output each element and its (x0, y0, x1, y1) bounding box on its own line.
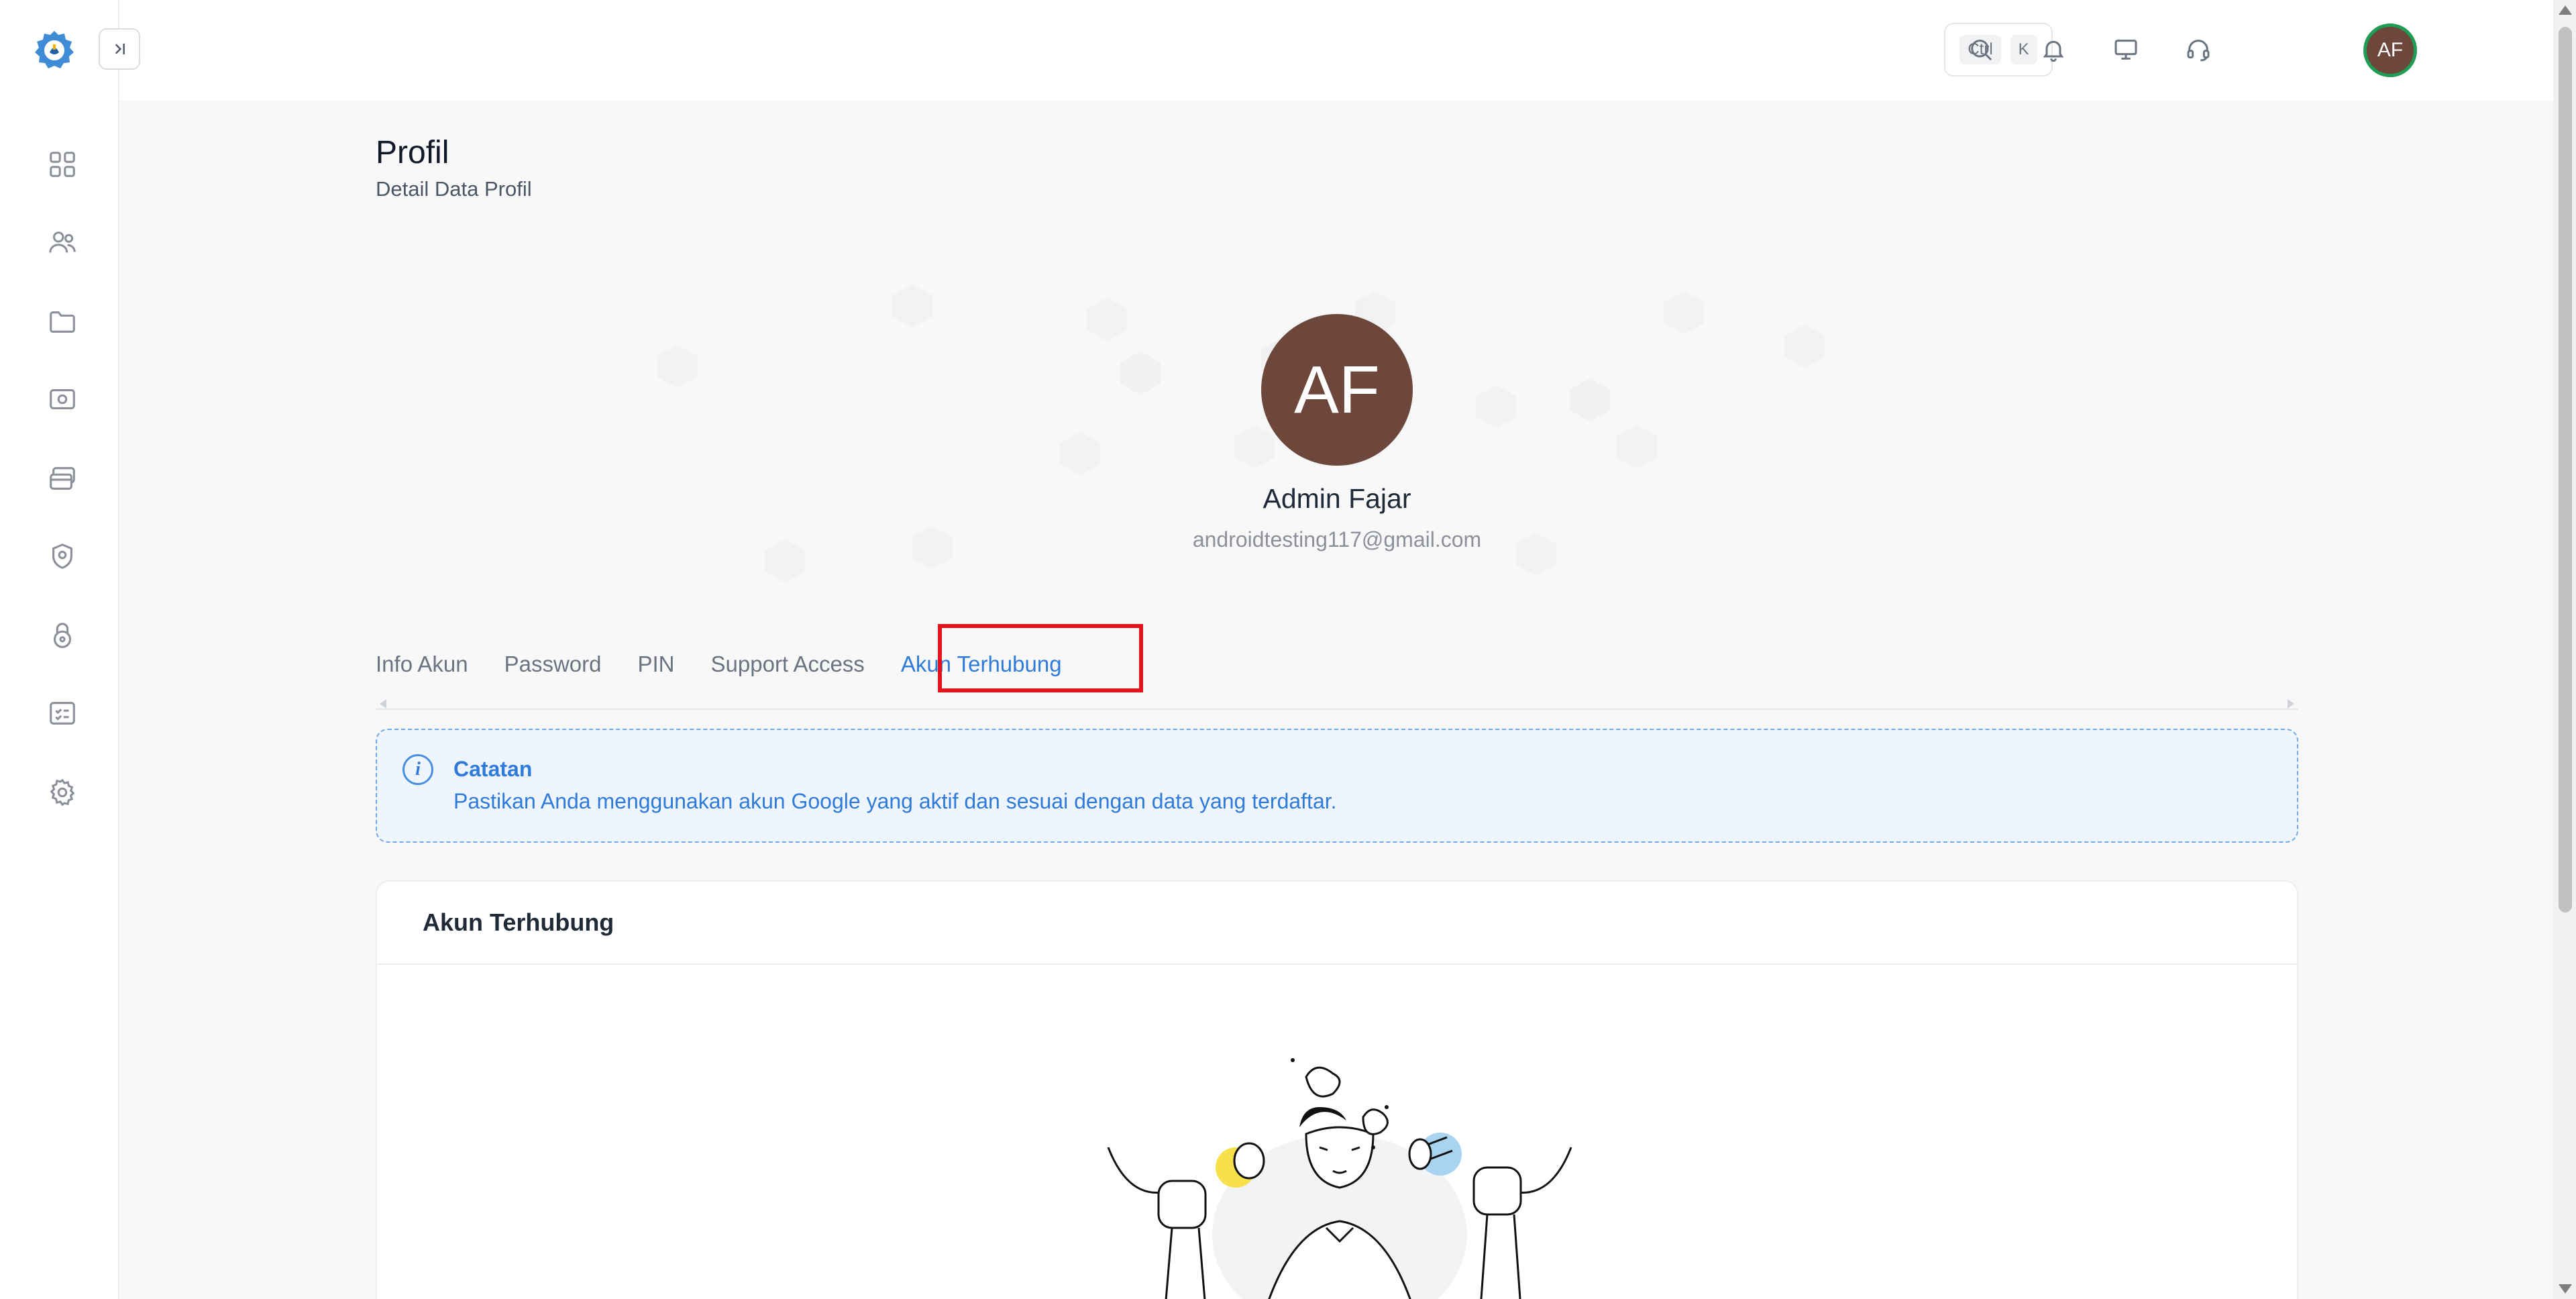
page-scrollbar[interactable] (2553, 0, 2576, 1299)
sidebar-item-security[interactable] (44, 617, 80, 654)
money-icon (50, 389, 75, 409)
bell-icon (2043, 40, 2064, 62)
display-button[interactable] (2106, 30, 2146, 70)
scroll-thumb[interactable] (2559, 27, 2572, 913)
info-icon: i (402, 754, 433, 785)
top-bar: Ctrl K AF (119, 0, 2553, 101)
scroll-up-arrow[interactable] (2559, 5, 2572, 15)
cards-icon (50, 467, 75, 490)
sidebar-item-cards[interactable] (44, 460, 80, 497)
lock-icon (53, 623, 72, 648)
gear-icon (50, 778, 75, 807)
sidebar-toggle-button[interactable] (99, 28, 140, 70)
sidebar-item-dashboard[interactable] (44, 146, 80, 183)
info-alert: i Catatan Pastikan Anda menggunakan akun… (376, 729, 2298, 843)
app-logo[interactable] (34, 30, 75, 71)
card-title: Akun Terhubung (423, 908, 614, 936)
active-tab-highlight-box (938, 624, 1143, 692)
monitor-icon (2114, 40, 2137, 60)
profile-name: Admin Fajar (1263, 483, 1411, 514)
disconnected-plug-illustration (1107, 1058, 1572, 1299)
tab-info-akun[interactable]: Info Akun (376, 652, 468, 677)
tabs-scroll-track (376, 696, 2298, 710)
notifications-button[interactable] (2033, 30, 2074, 70)
checklist-icon (50, 702, 75, 725)
expand-sidebar-icon (115, 44, 125, 54)
card-header: Akun Terhubung (377, 882, 2297, 965)
profile-email: androidtesting117@gmail.com (1192, 527, 1482, 552)
sidebar-item-settings[interactable] (44, 774, 80, 811)
tabs-scroll-left-icon[interactable] (380, 699, 386, 709)
support-button[interactable] (2178, 30, 2218, 70)
sidebar-item-files[interactable] (44, 303, 80, 340)
tabs-scroll-right-icon[interactable] (2288, 699, 2294, 709)
folder-icon (50, 311, 75, 333)
page-title: Profil (376, 135, 449, 170)
sidebar-item-shield[interactable] (44, 538, 80, 574)
sidebar (0, 0, 119, 1299)
tab-pin[interactable]: PIN (638, 652, 675, 677)
search-button[interactable] (1961, 30, 2001, 70)
tab-support-access[interactable]: Support Access (711, 652, 865, 677)
headset-icon (2187, 40, 2210, 62)
tab-password[interactable]: Password (504, 652, 602, 677)
page-subtitle: Detail Data Profil (376, 177, 532, 201)
user-avatar[interactable]: AF (2363, 23, 2417, 77)
profile-avatar: AF (1261, 314, 1413, 466)
alert-title: Catatan (453, 757, 533, 781)
users-icon (49, 231, 76, 253)
badge-icon (52, 543, 72, 569)
search-icon (1971, 40, 1992, 61)
grid-icon (50, 152, 75, 177)
alert-text: Pastikan Anda menggunakan akun Google ya… (453, 789, 1337, 813)
sidebar-item-finance[interactable] (44, 381, 80, 417)
sidebar-item-users[interactable] (44, 224, 80, 260)
linked-accounts-card: Akun Terhubung (376, 880, 2298, 1299)
sidebar-item-tasks[interactable] (44, 695, 80, 731)
scroll-down-arrow[interactable] (2559, 1284, 2572, 1294)
